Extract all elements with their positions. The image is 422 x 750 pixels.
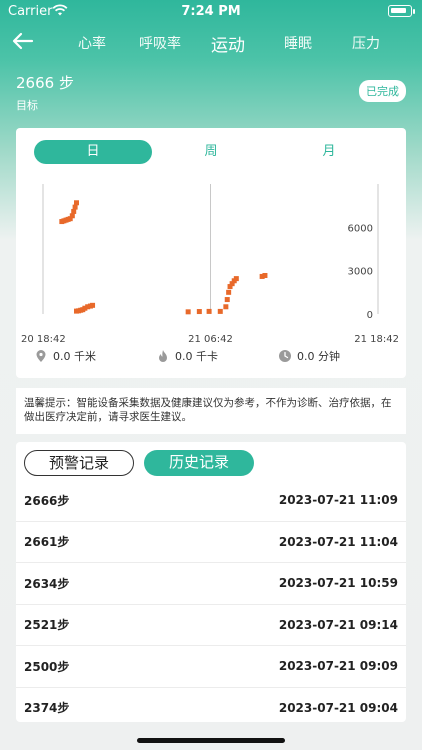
record-row[interactable]: 2666步 2023-07-21 11:09 <box>16 480 406 522</box>
data-point <box>74 200 79 206</box>
metrics-row: 0.0 千米 0.0 千卡 0.0 分钟 <box>16 348 406 370</box>
health-tip: 温馨提示：智能设备采集数据及健康建议仅为参考，不作为诊断、治疗依据，在做出医疗决… <box>16 388 406 434</box>
flame-icon <box>159 350 167 362</box>
record-steps: 2634步 <box>24 576 70 591</box>
calories-value: 0.0 千卡 <box>175 350 218 363</box>
data-point <box>90 302 96 308</box>
data-point <box>233 276 239 282</box>
completed-badge: 已完成 <box>359 80 406 102</box>
record-steps: 2500步 <box>24 659 70 674</box>
chart-card: 日 周 月 20 18:42 21 06:42 21 18:42 6000 3000 0 … <box>16 128 406 378</box>
period-month[interactable]: 月 <box>270 140 388 164</box>
data-point <box>196 309 202 315</box>
record-row[interactable]: 2521步 2023-07-21 09:14 <box>16 605 406 646</box>
battery-icon <box>388 5 412 17</box>
record-row[interactable]: 2500步 2023-07-21 09:09 <box>16 646 406 688</box>
clock-icon <box>279 350 291 362</box>
period-selector: 日 周 月 <box>34 140 389 164</box>
data-point <box>226 289 232 295</box>
record-time: 2023-07-21 09:04 <box>278 700 398 715</box>
data-point <box>262 272 268 278</box>
record-steps: 2661步 <box>24 535 70 550</box>
record-steps: 2374步 <box>24 701 70 716</box>
record-row[interactable]: 2661步 2023-07-21 11:04 <box>16 522 406 563</box>
status-bar: Carrier 7:24 PM <box>0 0 422 22</box>
record-time: 2023-07-21 11:04 <box>278 534 398 549</box>
step-summary: 2666 步 目标 <box>16 72 74 113</box>
data-point <box>71 208 77 214</box>
tab-sleep[interactable]: 睡眠 <box>284 33 312 53</box>
home-indicator <box>137 738 285 743</box>
data-point <box>69 213 75 219</box>
record-time: 2023-07-21 09:09 <box>278 659 398 674</box>
calories-metric: 0.0 千卡 <box>156 348 218 364</box>
y-tick-label: 6000 <box>348 223 373 234</box>
data-point <box>206 308 212 314</box>
back-arrow-icon[interactable] <box>10 28 36 54</box>
x-tick-label: 21 18:42 <box>354 334 399 345</box>
data-point <box>185 309 191 315</box>
y-tick-label: 0 <box>367 310 373 321</box>
data-point <box>224 297 230 303</box>
tab-exercise[interactable]: 运动 <box>211 31 245 56</box>
tab-warning-records[interactable]: 预警记录 <box>24 450 134 476</box>
data-point <box>223 304 229 310</box>
record-time: 2023-07-21 11:09 <box>278 493 398 508</box>
records-card: 预警记录 历史记录 2666步 2023-07-21 11:09 2661步 2023… <box>16 442 406 722</box>
location-pin-icon <box>36 350 46 362</box>
battery-tip <box>413 9 415 14</box>
tab-history-records[interactable]: 历史记录 <box>144 450 254 476</box>
period-week[interactable]: 周 <box>152 140 270 164</box>
x-tick-label: 21 06:42 <box>188 334 233 345</box>
tab-stress[interactable]: 压力 <box>352 33 380 53</box>
data-point <box>217 308 223 314</box>
record-time: 2023-07-21 10:59 <box>278 576 398 591</box>
tab-respiration[interactable]: 呼吸率 <box>139 33 181 53</box>
records-tabs: 预警记录 历史记录 <box>24 450 394 476</box>
top-nav: 心率 呼吸率 运动 睡眠 压力 <box>0 24 422 62</box>
distance-value: 0.0 千米 <box>53 350 96 363</box>
record-time: 2023-07-21 09:14 <box>278 617 398 632</box>
record-steps: 2666步 <box>24 493 70 508</box>
x-tick-label: 20 18:42 <box>21 334 66 345</box>
steps-chart: 20 18:42 21 06:42 21 18:42 6000 3000 0 <box>21 184 399 345</box>
duration-metric: 0.0 分钟 <box>278 348 340 364</box>
duration-value: 0.0 分钟 <box>297 350 340 363</box>
tab-heart-rate[interactable]: 心率 <box>78 33 106 53</box>
record-row[interactable]: 2374步 2023-07-21 09:04 <box>16 688 406 723</box>
record-row[interactable]: 2634步 2023-07-21 10:59 <box>16 563 406 605</box>
data-point <box>72 204 78 210</box>
step-count: 2666 步 <box>16 74 74 92</box>
distance-metric: 0.0 千米 <box>34 348 96 364</box>
records-list: 2666步 2023-07-21 11:09 2661步 2023-07-21 11:… <box>16 480 406 722</box>
period-day[interactable]: 日 <box>34 140 152 164</box>
target-label: 目标 <box>16 99 38 112</box>
clock: 7:24 PM <box>181 4 241 19</box>
record-steps: 2521步 <box>24 618 70 633</box>
y-tick-label: 3000 <box>348 267 373 278</box>
